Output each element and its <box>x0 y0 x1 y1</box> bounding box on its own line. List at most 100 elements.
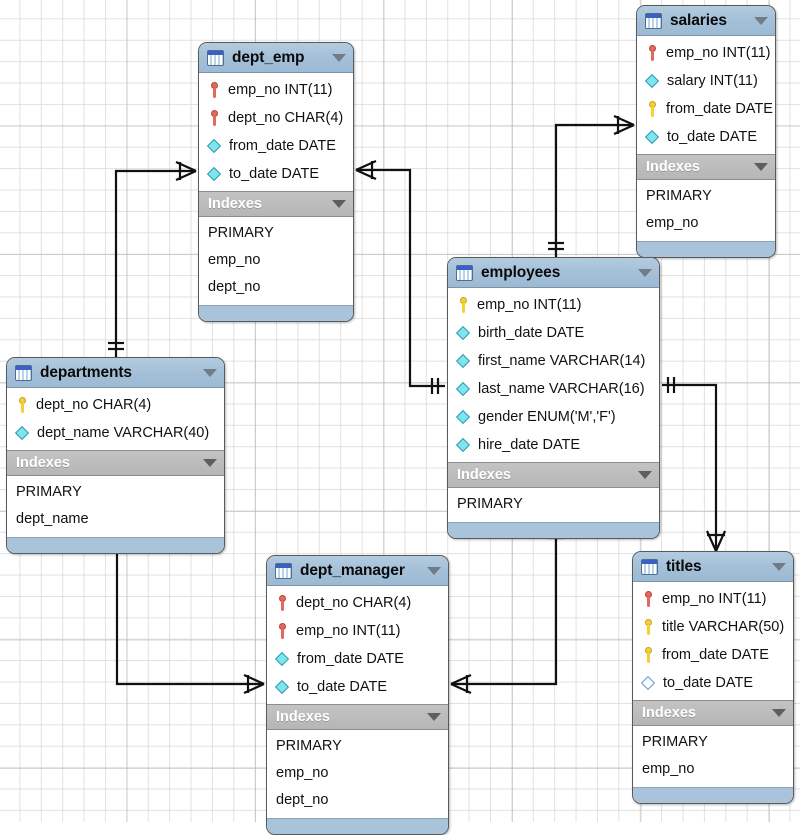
primary-key-icon <box>457 297 470 314</box>
eer-diagram-canvas[interactable]: dept_empemp_no INT(11)dept_no CHAR(4)fro… <box>0 0 800 822</box>
table-header-salaries[interactable]: salaries <box>637 6 775 36</box>
field-list: dept_no CHAR(4)emp_no INT(11)from_date D… <box>267 586 448 704</box>
chevron-down-icon[interactable] <box>772 563 786 571</box>
table-name-label: dept_emp <box>232 49 326 67</box>
chevron-down-icon[interactable] <box>203 369 217 377</box>
index-item[interactable]: PRIMARY <box>448 491 659 518</box>
relationship-employees-dept_manager[interactable] <box>451 525 564 693</box>
table-titles[interactable]: titles emp_no INT(11)title VARCHAR(50)fro… <box>632 551 794 804</box>
index-item[interactable]: emp_no <box>199 247 353 274</box>
column-icon <box>457 409 471 426</box>
primary-foreign-key-icon <box>208 110 221 127</box>
field-row[interactable]: to_date DATE <box>267 673 448 701</box>
field-row[interactable]: from_date DATE <box>267 645 448 673</box>
column-icon <box>457 437 471 454</box>
relationship-employees-titles[interactable] <box>662 377 725 551</box>
indexes-label: Indexes <box>16 455 197 471</box>
indexes-section-header[interactable]: Indexes <box>199 191 353 217</box>
chevron-down-icon[interactable] <box>332 54 346 62</box>
relationship-dept_emp-employees[interactable] <box>356 161 445 394</box>
indexes-label: Indexes <box>208 196 326 212</box>
field-row[interactable]: gender ENUM('M','F') <box>448 403 659 431</box>
field-label: hire_date DATE <box>478 437 580 453</box>
table-name-label: dept_manager <box>300 562 421 580</box>
relationship-employees-salaries[interactable] <box>548 116 634 257</box>
index-item[interactable]: emp_no <box>637 210 775 237</box>
field-row[interactable]: last_name VARCHAR(16) <box>448 375 659 403</box>
table-dept_manager[interactable]: dept_manager dept_no CHAR(4)emp_no INT(11… <box>266 555 449 835</box>
table-header-titles[interactable]: titles <box>633 552 793 582</box>
field-row[interactable]: dept_no CHAR(4) <box>267 589 448 617</box>
table-salaries[interactable]: salaries emp_no INT(11) salary INT(11)from… <box>636 5 776 258</box>
table-header-departments[interactable]: departments <box>7 358 224 388</box>
table-icon <box>15 365 32 381</box>
field-row[interactable]: salary INT(11) <box>637 67 775 95</box>
table-name-label: titles <box>666 558 766 576</box>
field-list: emp_no INT(11) birth_date DATE first_name … <box>448 288 659 462</box>
index-item[interactable]: dept_no <box>267 787 448 814</box>
field-label: emp_no INT(11) <box>666 45 771 61</box>
column-icon <box>457 353 471 370</box>
field-label: emp_no INT(11) <box>477 297 582 313</box>
field-row[interactable]: to_date DATE <box>633 669 793 697</box>
field-row[interactable]: from_date DATE <box>199 132 353 160</box>
field-row[interactable]: hire_date DATE <box>448 431 659 459</box>
relationship-departments-dept_emp[interactable] <box>108 162 196 357</box>
field-row[interactable]: title VARCHAR(50) <box>633 613 793 641</box>
field-row[interactable]: emp_no INT(11) <box>633 585 793 613</box>
table-header-dept_manager[interactable]: dept_manager <box>267 556 448 586</box>
field-row[interactable]: emp_no INT(11) <box>267 617 448 645</box>
index-item[interactable]: PRIMARY <box>637 183 775 210</box>
table-icon <box>207 50 224 66</box>
indexes-section-header[interactable]: Indexes <box>633 700 793 726</box>
table-header-dept_emp[interactable]: dept_emp <box>199 43 353 73</box>
chevron-down-icon[interactable] <box>754 17 768 25</box>
chevron-down-icon[interactable] <box>772 709 786 717</box>
indexes-section-header[interactable]: Indexes <box>448 462 659 488</box>
index-list: PRIMARYdept_name <box>7 476 224 537</box>
indexes-section-header[interactable]: Indexes <box>267 704 448 730</box>
index-item[interactable]: PRIMARY <box>267 733 448 760</box>
field-row[interactable]: emp_no INT(11) <box>448 291 659 319</box>
field-row[interactable]: from_date DATE <box>633 641 793 669</box>
table-departments[interactable]: departments dept_no CHAR(4)dept_name VARC… <box>6 357 225 554</box>
table-dept_emp[interactable]: dept_emp emp_no INT(11)dept_no CHAR(4)fro… <box>198 42 354 322</box>
field-row[interactable]: from_date DATE <box>637 95 775 123</box>
chevron-down-icon[interactable] <box>427 713 441 721</box>
chevron-down-icon[interactable] <box>638 269 652 277</box>
table-icon <box>645 13 662 29</box>
field-row[interactable]: emp_no INT(11) <box>637 39 775 67</box>
field-row[interactable]: to_date DATE <box>199 160 353 188</box>
field-label: birth_date DATE <box>478 325 584 341</box>
index-item[interactable]: dept_no <box>199 274 353 301</box>
index-item[interactable]: PRIMARY <box>199 220 353 247</box>
table-header-employees[interactable]: employees <box>448 258 659 288</box>
column-icon <box>208 138 222 155</box>
field-row[interactable]: to_date DATE <box>637 123 775 151</box>
field-row[interactable]: birth_date DATE <box>448 319 659 347</box>
index-item[interactable]: dept_name <box>7 506 224 533</box>
index-item[interactable]: PRIMARY <box>7 479 224 506</box>
relationship-departments-dept_manager[interactable] <box>109 537 264 693</box>
chevron-down-icon[interactable] <box>203 459 217 467</box>
index-item[interactable]: PRIMARY <box>633 729 793 756</box>
indexes-section-header[interactable]: Indexes <box>7 450 224 476</box>
field-row[interactable]: dept_no CHAR(4) <box>199 104 353 132</box>
index-item[interactable]: emp_no <box>633 756 793 783</box>
index-list: PRIMARYemp_no <box>633 726 793 787</box>
indexes-section-header[interactable]: Indexes <box>637 154 775 180</box>
chevron-down-icon[interactable] <box>754 163 768 171</box>
chevron-down-icon[interactable] <box>638 471 652 479</box>
primary-foreign-key-icon <box>646 45 659 62</box>
chevron-down-icon[interactable] <box>427 567 441 575</box>
field-label: first_name VARCHAR(14) <box>478 353 645 369</box>
column-icon <box>208 166 222 183</box>
index-item[interactable]: emp_no <box>267 760 448 787</box>
field-row[interactable]: dept_name VARCHAR(40) <box>7 419 224 447</box>
field-label: to_date DATE <box>229 166 319 182</box>
field-row[interactable]: dept_no CHAR(4) <box>7 391 224 419</box>
field-row[interactable]: first_name VARCHAR(14) <box>448 347 659 375</box>
table-employees[interactable]: employees emp_no INT(11) birth_date DATE fi… <box>447 257 660 539</box>
field-row[interactable]: emp_no INT(11) <box>199 76 353 104</box>
chevron-down-icon[interactable] <box>332 200 346 208</box>
